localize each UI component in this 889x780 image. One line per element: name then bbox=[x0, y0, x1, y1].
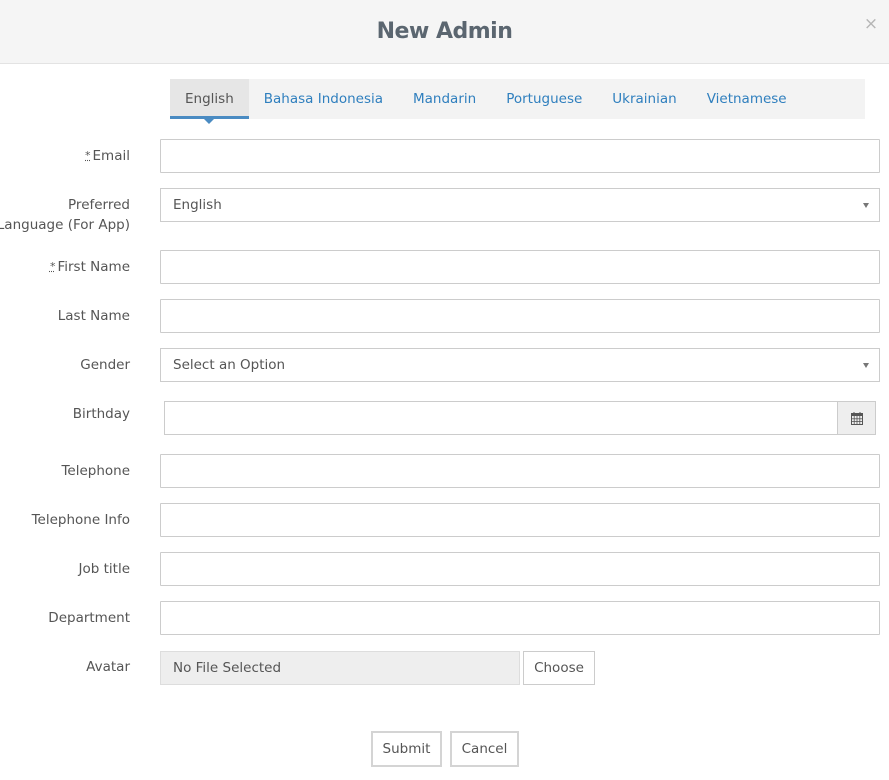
job-title-field[interactable] bbox=[160, 552, 880, 586]
choose-file-button[interactable]: Choose bbox=[523, 651, 595, 685]
tab-english[interactable]: English bbox=[170, 79, 249, 124]
submit-button[interactable]: Submit bbox=[371, 731, 442, 767]
email-label: * Email bbox=[85, 148, 130, 164]
birthday-field[interactable] bbox=[164, 401, 838, 435]
last-name-field[interactable] bbox=[160, 299, 880, 333]
telephone-field[interactable] bbox=[160, 454, 880, 488]
gender-select[interactable]: Select an Option bbox=[160, 348, 880, 382]
language-tabs: English Bahasa Indonesia Mandarin Portug… bbox=[170, 79, 865, 124]
first-name-field[interactable] bbox=[160, 250, 880, 284]
modal-title: New Admin bbox=[376, 19, 513, 44]
date-picker-button[interactable] bbox=[837, 401, 876, 435]
avatar-label: Avatar bbox=[86, 659, 130, 675]
chevron-down-icon bbox=[863, 363, 869, 368]
calendar-icon bbox=[851, 412, 863, 425]
job-title-label: Job title bbox=[78, 561, 131, 577]
preferred-language-value: English bbox=[173, 197, 222, 213]
gender-value: Select an Option bbox=[173, 357, 286, 373]
tab-ukrainian[interactable]: Ukrainian bbox=[597, 79, 691, 119]
department-field[interactable] bbox=[160, 601, 880, 635]
telephone-info-field[interactable] bbox=[160, 503, 880, 537]
required-mark: * bbox=[49, 260, 56, 273]
tab-portuguese[interactable]: Portuguese bbox=[491, 79, 597, 119]
first-name-label: * First Name bbox=[49, 259, 130, 275]
telephone-label: Telephone bbox=[61, 463, 130, 479]
last-name-label: Last Name bbox=[57, 308, 130, 324]
birthday-label: Birthday bbox=[72, 406, 130, 422]
telephone-info-label: Telephone Info bbox=[31, 512, 130, 528]
tab-vietnamese[interactable]: Vietnamese bbox=[692, 79, 802, 119]
close-icon[interactable]: × bbox=[863, 14, 879, 34]
preferred-language-select[interactable]: English bbox=[160, 188, 880, 222]
tab-mandarin[interactable]: Mandarin bbox=[398, 79, 491, 119]
gender-label: Gender bbox=[80, 357, 130, 373]
avatar-file-status: No File Selected bbox=[160, 651, 520, 685]
tab-bahasa-indonesia[interactable]: Bahasa Indonesia bbox=[249, 79, 398, 119]
department-label: Department bbox=[48, 610, 130, 626]
email-field[interactable] bbox=[160, 139, 880, 173]
preferred-language-label: Preferred Language (For App) bbox=[0, 197, 130, 233]
chevron-down-icon bbox=[863, 203, 869, 208]
modal-header: New Admin × bbox=[0, 0, 889, 64]
required-mark: * bbox=[85, 149, 91, 162]
cancel-button[interactable]: Cancel bbox=[450, 731, 519, 767]
